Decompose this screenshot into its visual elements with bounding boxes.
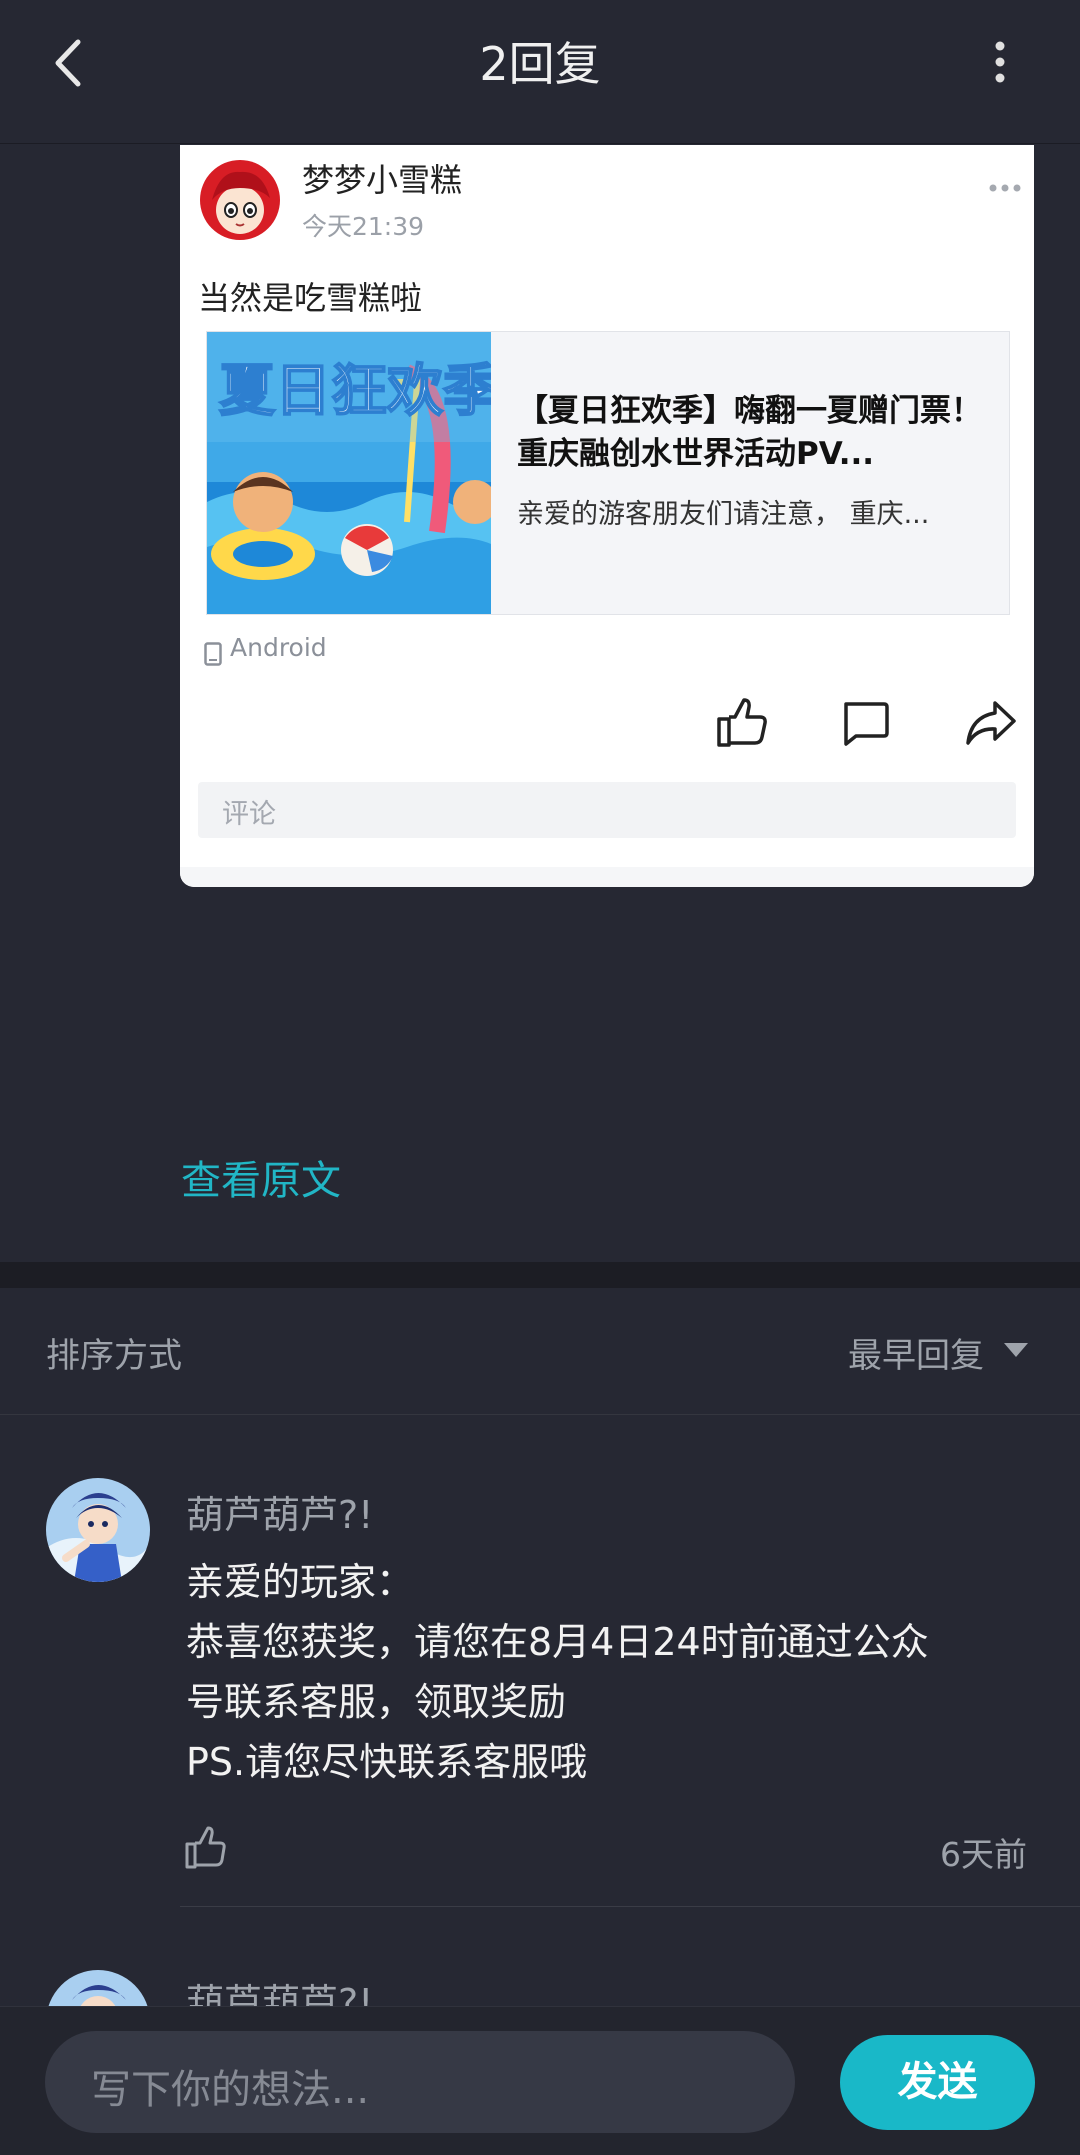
- author-avatar[interactable]: [200, 160, 280, 240]
- link-thumbnail: 夏日狂欢季: [207, 332, 491, 614]
- share-icon[interactable]: [965, 699, 1017, 747]
- comment-icon[interactable]: [840, 701, 890, 747]
- link-title: 【夏日狂欢季】嗨翻一夏赠门票！重庆融创水世界活动PV...: [517, 393, 982, 472]
- reply-input[interactable]: 写下你的想法...: [45, 2031, 795, 2133]
- bottom-input-bar: 写下你的想法... 发送: [0, 2006, 1080, 2155]
- reply-like-icon[interactable]: [184, 1826, 226, 1870]
- page-title: 2回复: [479, 37, 601, 91]
- reply-line: 亲爱的玩家：: [186, 1560, 415, 1604]
- reply-line: PS.请您尽快联系客服哦: [186, 1740, 588, 1784]
- more-options-icon[interactable]: [985, 40, 1015, 84]
- sort-bar: 排序方式 最早回复: [0, 1288, 1080, 1415]
- reply-line: 号联系客服，领取奖励: [186, 1680, 567, 1724]
- reply-time: 6天前: [940, 1835, 1027, 1874]
- original-post-card: 梦梦小雪糕 今天21:39 当然是吃雪糕啦 夏日狂欢季 【夏日狂欢季】嗨翻一夏赠…: [180, 145, 1034, 887]
- card-footer-strip: [180, 867, 1034, 887]
- section-divider: [0, 1262, 1080, 1288]
- reply-separator: [180, 1906, 1080, 1907]
- post-comment-input[interactable]: 评论: [198, 782, 1016, 838]
- reply-username[interactable]: 葫芦葫芦?!: [186, 1484, 373, 1539]
- link-description: 亲爱的游客朋友们请注意， 重庆...: [517, 499, 930, 530]
- post-text: 当然是吃雪糕啦: [198, 279, 423, 317]
- top-bar: 2回复: [0, 0, 1080, 144]
- sort-label: 排序方式: [46, 1336, 182, 1376]
- thumbnail-title-text: 夏日狂欢季: [219, 359, 491, 424]
- reply-input-placeholder: 写下你的想法...: [91, 2067, 370, 2113]
- caret-down-icon[interactable]: [1003, 1342, 1029, 1358]
- sort-dropdown[interactable]: 最早回复: [848, 1328, 984, 1377]
- shared-link-card[interactable]: 夏日狂欢季 【夏日狂欢季】嗨翻一夏赠门票！重庆融创水世界活动PV... 亲爱的游…: [206, 331, 1010, 615]
- reply-content: 亲爱的玩家： 恭喜您获奖，请您在8月4日24时前通过公众 号联系客服，领取奖励 …: [186, 1552, 1066, 1792]
- phone-icon: [204, 642, 222, 666]
- post-author-name[interactable]: 梦梦小雪糕: [302, 155, 462, 201]
- send-button[interactable]: 发送: [840, 2035, 1035, 2130]
- post-more-icon[interactable]: [988, 183, 1022, 193]
- like-icon[interactable]: [715, 697, 767, 749]
- device-label: Android: [230, 633, 327, 662]
- comment-placeholder: 评论: [222, 799, 276, 830]
- reply-line: 恭喜您获奖，请您在8月4日24时前通过公众: [186, 1620, 929, 1664]
- post-time: 今天21:39: [302, 212, 425, 241]
- reply-avatar[interactable]: [46, 1478, 150, 1582]
- view-original-link[interactable]: 查看原文: [181, 1148, 341, 1206]
